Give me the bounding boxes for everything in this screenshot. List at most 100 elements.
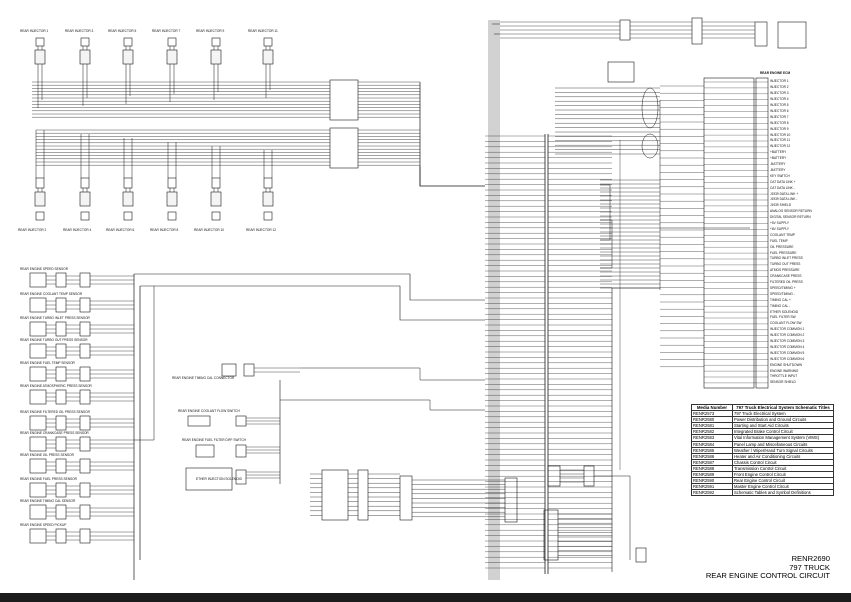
injector-connector xyxy=(263,211,273,221)
ecm-pin-label: TURBO INLET PRESS xyxy=(770,256,803,261)
ecm-pin-label: ANALOG SENSOR RETURN xyxy=(770,209,812,214)
ecm-pin-label: +BATTERY xyxy=(770,150,787,155)
schematic-titles-table: Media Number 797 Truck Electrical System… xyxy=(691,403,834,497)
inline-connector xyxy=(635,547,647,563)
ecm-pin-label: +8V SUPPLY xyxy=(770,226,789,231)
title-block: RENR2690 797 TRUCK REAR ENGINE CONTROL C… xyxy=(706,554,830,581)
wire xyxy=(300,367,485,381)
injector-label: REAR INJECTOR 6 xyxy=(106,228,135,232)
injector-symbol xyxy=(262,49,274,65)
inline-connector xyxy=(79,366,91,382)
ecm-pin-label: J1939 DATA LINK + xyxy=(770,191,799,196)
ecm-pin-label: -BATTERY xyxy=(770,167,786,172)
sensor-symbol xyxy=(29,482,47,498)
injector-symbol xyxy=(166,191,178,207)
injector-connector xyxy=(80,211,90,221)
injector-label: REAR INJECTOR 10 xyxy=(194,228,225,232)
injector-connector xyxy=(123,37,133,47)
injector-connector xyxy=(167,211,177,221)
harness-trunk xyxy=(419,82,485,187)
ecm-pin-label: ETHER SOLENOID xyxy=(770,309,799,314)
inline-connector xyxy=(79,272,91,288)
ecm-pin-label: TURBO OUT PRESS xyxy=(770,262,801,267)
media-number-cell: RENR2592 xyxy=(691,489,733,497)
inline-connector xyxy=(79,458,91,474)
injector-symbol xyxy=(166,49,178,65)
ecm-pin-label: INJECTOR 1 xyxy=(770,79,789,84)
injector-connector xyxy=(211,37,221,47)
sensor-connector xyxy=(55,504,67,520)
inline-connector xyxy=(79,528,91,544)
injector-connector xyxy=(35,177,45,189)
sensor-label: REAR ENGINE FUEL TEMP SENSOR xyxy=(20,361,75,365)
bulkhead-connector xyxy=(543,509,559,561)
ecm-pin-label: J1939 DATA LINK - xyxy=(770,197,798,202)
sensor-symbol xyxy=(29,366,47,382)
sensor-label: REAR ENGINE OIL PRESS SENSOR xyxy=(20,453,74,457)
ecm-pin-label: ENGINE SHUTDOWN xyxy=(770,362,802,367)
ecm-pin-label: INJECTOR 10 xyxy=(770,132,791,137)
injector-label: REAR INJECTOR 3 xyxy=(65,29,94,33)
inline-connector xyxy=(607,61,635,83)
injector-connector xyxy=(35,211,45,221)
ecm-pin-label: CAT DATA LINK + xyxy=(770,179,796,184)
inline-connector xyxy=(583,465,595,487)
injector-symbol xyxy=(262,191,274,207)
injector-label: REAR INJECTOR 2 xyxy=(18,228,47,232)
injector-connector xyxy=(263,37,273,47)
injector-connector xyxy=(263,177,273,189)
ecm-pin-label: +5V SUPPLY xyxy=(770,221,789,225)
injector-symbol xyxy=(34,49,46,65)
injector-symbol xyxy=(122,49,134,65)
ecm-pin-label: TIMING CAL - xyxy=(770,303,791,308)
sensor-connector xyxy=(55,297,67,313)
inline-connector xyxy=(329,127,359,169)
media-number-header: Media Number xyxy=(691,403,733,412)
schematic-title-cell: Vital Information Management System (VIM… xyxy=(732,434,834,442)
sensor-symbol xyxy=(29,436,47,452)
inline-connector xyxy=(79,436,91,452)
ecm-pin-label: FILTERED OIL PRESS xyxy=(770,280,803,284)
inline-connector xyxy=(754,21,768,47)
mid-label: REAR ENGINE COOLANT FLOW SWITCH xyxy=(178,409,240,413)
wire xyxy=(134,273,485,301)
ecm-pin-label: INJECTOR 8 xyxy=(770,120,789,125)
injector-label: REAR INJECTOR 9 xyxy=(196,29,225,33)
injector-label: REAR INJECTOR 12 xyxy=(246,228,277,232)
sensor-label: REAR ENGINE TURBO INLET PRESS SENSOR xyxy=(20,316,90,320)
ecm-pin-label: INJECTOR 6 xyxy=(770,108,789,113)
twisted-pair-symbol xyxy=(641,133,659,159)
ecm-pin-label: INJECTOR 4 xyxy=(770,97,789,102)
ecm-pin-label: INJECTOR 9 xyxy=(770,126,789,131)
sensor-symbol xyxy=(29,389,47,405)
injector-symbol xyxy=(210,191,222,207)
sensor-label: REAR ENGINE ATMOSPHERIC PRESS SENSOR xyxy=(20,384,92,388)
titles-table-row: RENR2585 Weather / Wiper/Hand Turn Signal… xyxy=(691,446,834,454)
schematic-diagram xyxy=(29,17,807,580)
sensor-label: REAR ENGINE TIMING CAL SENSOR xyxy=(20,499,76,503)
twisted-pair-symbol xyxy=(641,87,659,129)
sensor-symbol xyxy=(29,343,47,359)
ecm-pin-label: ENGINE WARNING xyxy=(770,368,799,373)
titles-table-row: RENR2592 Schematic Tables and Symbol Defi… xyxy=(691,489,834,497)
injector-symbol xyxy=(122,191,134,207)
ecm-pin-label: J1939 SHIELD xyxy=(770,203,792,208)
ecm-pin-label: INJECTOR COMMON 5 xyxy=(770,350,805,355)
mid-label: ETHER INJECTION SOLENOID xyxy=(196,477,242,481)
injector-symbol xyxy=(79,49,91,65)
sensor-label: REAR ENGINE FUEL PRESS SENSOR xyxy=(20,477,77,481)
schematic-titles-header: 797 Truck Electrical System Schematic Ti… xyxy=(732,403,834,412)
sensor-symbol xyxy=(29,297,47,313)
sensor-connector xyxy=(55,415,67,431)
timing-cal-connector xyxy=(221,363,237,377)
injector-symbol xyxy=(79,191,91,207)
wire xyxy=(600,184,611,241)
ecm-pin-label: INJECTOR 7 xyxy=(770,114,789,119)
sensor-connector xyxy=(55,272,67,288)
timing-cal-box xyxy=(777,21,807,49)
injector-connector xyxy=(80,177,90,189)
injector-connector xyxy=(80,37,90,47)
ecm-pin-label: COOLANT FLOW SW xyxy=(770,321,802,326)
inline-connector xyxy=(79,504,91,520)
fuel-filter-switch xyxy=(195,444,215,458)
